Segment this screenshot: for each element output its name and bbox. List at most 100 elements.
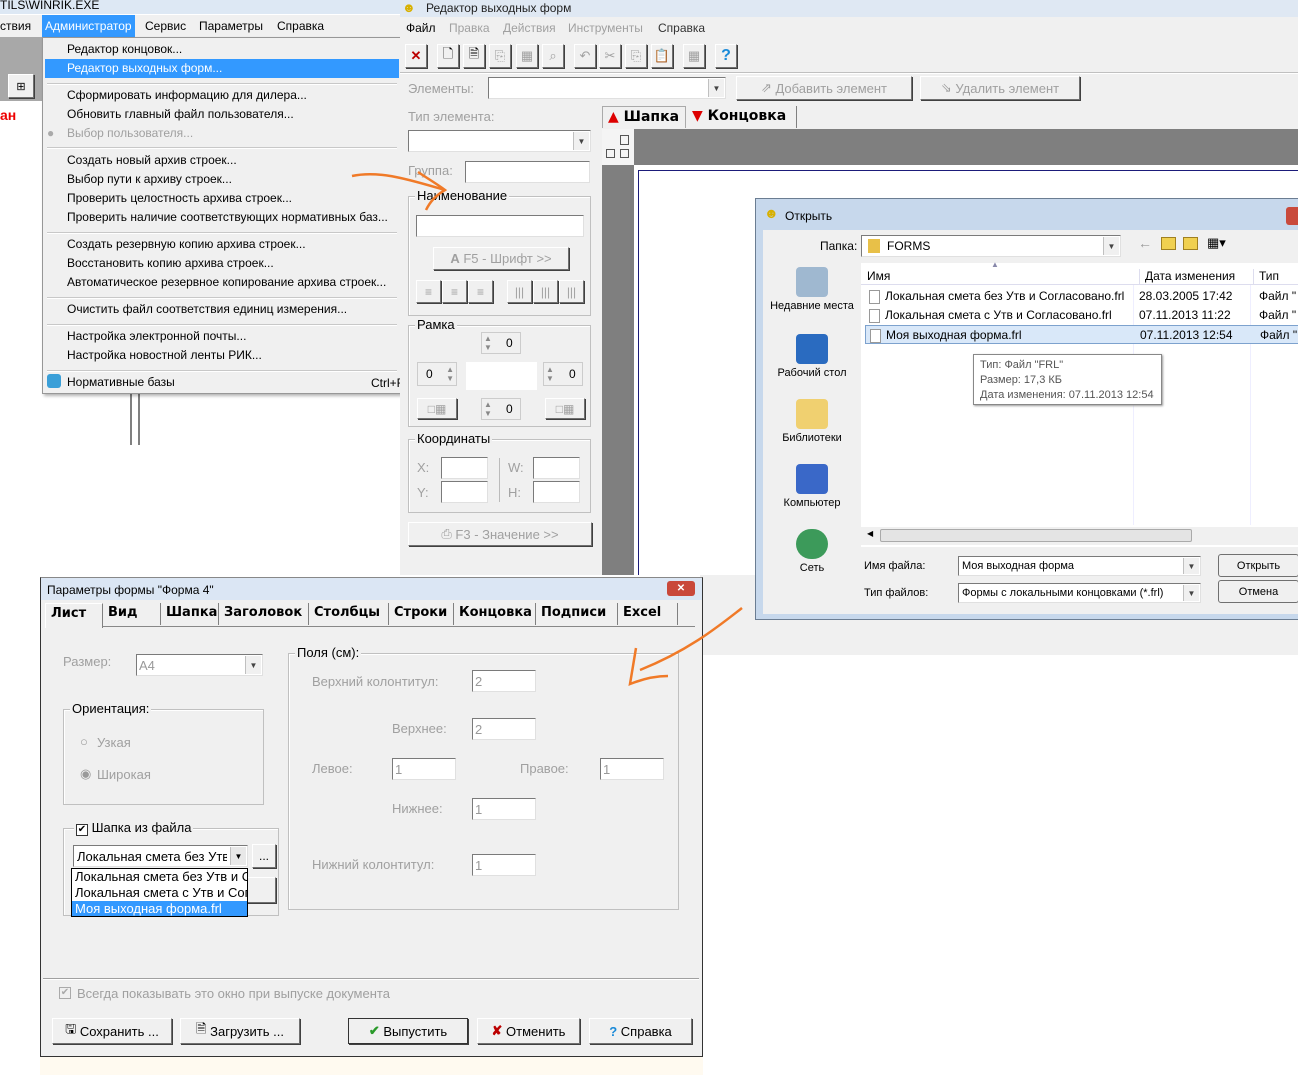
frame-right-spinner[interactable]: ▲ ▼ 0 (543, 362, 583, 386)
right-input[interactable]: 1 (600, 758, 664, 780)
editor-menu-help[interactable]: Справка (658, 21, 705, 35)
tab-5[interactable]: Строки (389, 603, 454, 625)
grid-icon[interactable]: ▦ (683, 44, 705, 68)
file-row[interactable]: Моя выходная форма.frl 07.11.2013 12:54 Фа… (865, 325, 1298, 344)
tab-header[interactable]: ▲ Шапка (602, 106, 686, 128)
editor-menu-edit[interactable]: Правка (449, 21, 490, 35)
copy-icon[interactable]: ⎘ (625, 44, 647, 68)
left-input[interactable]: 1 (392, 758, 456, 780)
tab-4[interactable]: Столбцы (309, 603, 389, 625)
bg-toolbar-button[interactable]: ⊞ (8, 74, 34, 98)
column-type[interactable]: Тип (1253, 269, 1279, 285)
align-center-icon[interactable]: ≡ (442, 280, 467, 303)
tab-3[interactable]: Заголовок (219, 603, 309, 625)
delete-element-button[interactable]: ⇘ Удалить элемент (920, 76, 1080, 100)
open-button[interactable]: Открыть (1218, 554, 1298, 577)
corner-handle[interactable] (620, 149, 629, 158)
close-button[interactable] (1286, 207, 1298, 225)
file-row[interactable]: Локальная смета без Утв и Согласовано.fr… (865, 287, 1298, 306)
menu-item-endings-editor[interactable]: Редактор концовок... (67, 40, 182, 59)
file-list[interactable]: Имя ▲ Дата изменения Тип Локальная смета… (861, 260, 1298, 547)
bg-menu-params[interactable]: Параметры (199, 19, 263, 33)
tab-2[interactable]: Шапка (161, 603, 219, 625)
frame-left-spinner[interactable]: 0 ▲ ▼ (417, 362, 457, 386)
browse-button[interactable]: ... (252, 844, 276, 868)
tab-1[interactable]: Вид (103, 603, 161, 625)
editor-menu-tools[interactable]: Инструменты (568, 21, 643, 35)
dropdown-option[interactable]: Локальная смета с Утв и Согласовано (72, 885, 247, 901)
valign-top-icon[interactable]: ||| (507, 280, 532, 303)
frame-style-right-button[interactable]: □▦ (545, 398, 585, 419)
tab-6[interactable]: Концовка (454, 603, 536, 625)
group-input[interactable] (465, 161, 590, 183)
menu-item-check-bases[interactable]: Проверить наличие соответствующих нормат… (67, 208, 388, 227)
menu-item-news-settings[interactable]: Настройка новостной ленты РИК... (67, 346, 262, 365)
corner-handle[interactable] (620, 135, 629, 145)
menu-item-clear-units[interactable]: Очистить файл соответствия единиц измере… (67, 300, 347, 319)
place-libraries[interactable]: Библиотеки (763, 399, 861, 444)
add-element-button[interactable]: ⇗ Добавить элемент (736, 76, 912, 100)
bottom-input[interactable]: 1 (472, 798, 536, 820)
cancel-button[interactable]: Отмена (1218, 580, 1298, 603)
folder-combo[interactable]: FORMS ▼ (861, 235, 1121, 257)
new-folder-icon[interactable] (1183, 237, 1198, 250)
save-button[interactable]: 🖫 Сохранить ... (52, 1018, 172, 1044)
radio-wide[interactable]: ◉ (80, 766, 91, 782)
top-header-input[interactable]: 2 (472, 670, 536, 692)
close-icon[interactable]: ✕ (405, 44, 427, 68)
top-input[interactable]: 2 (472, 718, 536, 740)
bottom-footer-input[interactable]: 1 (472, 854, 536, 876)
place-recent[interactable]: Недавние места (763, 267, 861, 312)
bg-menu-actions[interactable]: ствия (0, 19, 31, 33)
menu-item-archive-path[interactable]: Выбор пути к архиву строек... (67, 170, 232, 189)
scroll-left-icon[interactable]: ◀ (867, 529, 873, 538)
menu-item-check-integrity[interactable]: Проверить целостность архива строек... (67, 189, 292, 208)
tab-0[interactable]: Лист (45, 603, 103, 628)
filename-combo[interactable]: Моя выходная форма ▼ (958, 556, 1201, 576)
open-icon[interactable]: 🗎 (463, 44, 485, 68)
preview-icon[interactable]: ⌕ (542, 44, 564, 68)
save-as-icon[interactable]: ▦ (516, 44, 538, 68)
save-icon[interactable]: ⎘ (489, 44, 511, 68)
menu-item-auto-backup[interactable]: Автоматическое резервное копирование арх… (67, 273, 386, 292)
horizontal-scrollbar[interactable]: ◀ (861, 527, 1298, 545)
frame-top-spinner[interactable]: ▲ ▼ 0 (481, 332, 521, 354)
font-button[interactable]: A F5 - Шрифт >> (433, 247, 569, 270)
paste-icon[interactable]: 📋 (651, 44, 673, 68)
corner-handle[interactable] (606, 149, 615, 158)
place-desktop[interactable]: Рабочий стол (763, 334, 861, 379)
w-input[interactable] (533, 457, 580, 479)
place-computer[interactable]: Компьютер (763, 464, 861, 509)
help-icon[interactable]: ? (715, 44, 737, 68)
menu-item-forms-editor[interactable]: Редактор выходных форм... (45, 59, 399, 78)
menu-item-update-main-file[interactable]: Обновить главный файл пользователя... (67, 105, 294, 124)
menu-item-dealer-info[interactable]: Сформировать информацию для дилера... (67, 86, 307, 105)
menu-item-restore[interactable]: Восстановить копию архива строек... (67, 254, 274, 273)
cut-icon[interactable]: ✂ (599, 44, 621, 68)
value-button[interactable]: ⎙ F3 - Значение >> (408, 522, 592, 546)
element-type-combo[interactable]: ▼ (408, 130, 591, 152)
new-icon[interactable]: 🗋 (437, 44, 459, 68)
frame-bottom-spinner[interactable]: ▲ ▼ 0 (481, 398, 521, 420)
editor-menu-actions[interactable]: Действия (503, 21, 556, 35)
place-network[interactable]: Сеть (763, 529, 861, 574)
bg-menu-help[interactable]: Справка (277, 19, 324, 33)
editor-menu-file[interactable]: Файл (406, 21, 436, 35)
x-input[interactable] (441, 457, 488, 479)
column-date[interactable]: Дата изменения (1139, 269, 1235, 285)
tab-8[interactable]: Excel (618, 603, 678, 625)
align-right-icon[interactable]: ≡ (468, 280, 493, 303)
menu-item-new-archive[interactable]: Создать новый архив строек... (67, 151, 237, 170)
help-button[interactable]: ? Справка (589, 1018, 692, 1044)
size-combo[interactable]: A4 ▼ (136, 654, 263, 676)
valign-middle-icon[interactable]: ||| (533, 280, 558, 303)
undo-icon[interactable]: ↶ (574, 44, 596, 68)
tab-7[interactable]: Подписи (536, 603, 618, 625)
menu-item-backup[interactable]: Создать резервную копию архива строек... (67, 235, 306, 254)
cancel-button[interactable]: ✘ Отменить (477, 1018, 580, 1044)
back-icon[interactable]: ← (1138, 235, 1152, 251)
frame-style-left-button[interactable]: □▦ (417, 398, 457, 419)
scrollbar-thumb[interactable] (880, 529, 1192, 542)
valign-bottom-icon[interactable]: ||| (559, 280, 584, 303)
h-input[interactable] (533, 481, 580, 503)
